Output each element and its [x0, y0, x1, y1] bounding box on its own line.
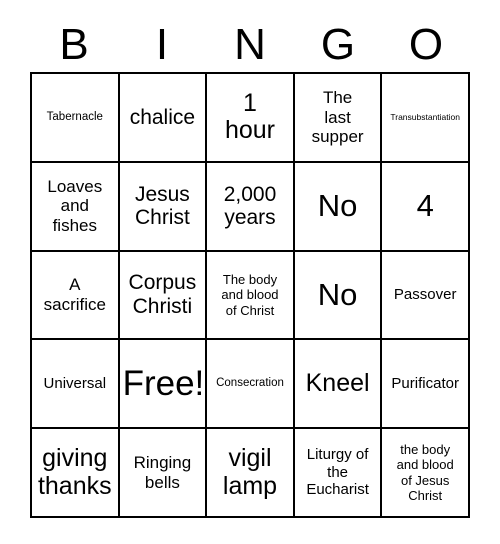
bingo-cell-r4c5[interactable]: Purificator	[382, 340, 470, 430]
bingo-cell-r3c3[interactable]: The body and blood of Christ	[207, 251, 295, 341]
bingo-cell-label: Free!	[122, 363, 205, 403]
bingo-cell-r4c2[interactable]: Free!	[119, 340, 208, 430]
bingo-cell-r2c4[interactable]: No	[294, 162, 383, 252]
bingo-cell-label: 1 hour	[224, 88, 276, 145]
bingo-card: B I N G O Tabernacle chalice 1 hour The last su…	[0, 0, 500, 544]
bingo-header-letter-1: B	[59, 20, 89, 69]
bingo-cell-r3c4[interactable]: No	[294, 251, 383, 341]
bingo-cell-r4c3[interactable]: Consecration	[207, 340, 295, 430]
bingo-cell-label: Passover	[393, 286, 457, 304]
bingo-cell-r2c3[interactable]: 2,000 years	[207, 162, 295, 252]
bingo-cell-label: Universal	[43, 374, 107, 392]
bingo-cell-label: No	[317, 187, 358, 223]
bingo-cell-label: vigil lamp	[222, 444, 278, 500]
bingo-cell-label: No	[317, 276, 358, 312]
bingo-cell-r5c1[interactable]: giving thanks	[32, 429, 120, 518]
bingo-cell-label: the body and blood of Jesus Christ	[396, 441, 454, 503]
bingo-cell-r1c3[interactable]: 1 hour	[207, 74, 295, 163]
bingo-cell-label: Liturgy of the Eucharist	[306, 446, 369, 499]
bingo-cell-r1c5[interactable]: Transubstantiation	[382, 74, 470, 163]
bingo-cell-label: Kneel	[305, 369, 370, 398]
bingo-cell-label: 2,000 years	[223, 182, 277, 230]
bingo-cell-label: Corpus Christi	[128, 271, 197, 318]
bingo-cell-r2c1[interactable]: Loaves and fishes	[32, 162, 120, 252]
bingo-header-row: BINGO	[30, 18, 470, 72]
bingo-cell-label: The body and blood of Christ	[221, 272, 279, 318]
bingo-cell-r5c3[interactable]: vigil lamp	[207, 429, 295, 518]
bingo-cell-label: Consecration	[216, 377, 284, 389]
bingo-cell-label: Tabernacle	[46, 110, 103, 123]
bingo-cell-r5c5[interactable]: the body and blood of Jesus Christ	[382, 429, 470, 518]
bingo-cell-label: 4	[416, 187, 434, 223]
bingo-cell-label: Loaves and fishes	[47, 176, 103, 236]
bingo-cell-r1c2[interactable]: chalice	[119, 74, 208, 163]
bingo-header-letter-5: O	[408, 20, 444, 69]
bingo-cell-r1c1[interactable]: Tabernacle	[32, 74, 120, 163]
bingo-cell-label: Transubstantiation	[390, 111, 460, 122]
bingo-cell-label: A sacrifice	[43, 275, 106, 314]
bingo-cell-r2c5[interactable]: 4	[382, 162, 470, 252]
bingo-cell-label: giving thanks	[37, 444, 112, 500]
bingo-cell-r2c2[interactable]: Jesus Christ	[119, 162, 208, 252]
bingo-cell-label: The last supper	[311, 87, 364, 147]
bingo-cell-label: chalice	[129, 105, 196, 129]
bingo-cell-label: Jesus Christ	[134, 182, 190, 230]
bingo-cell-r1c4[interactable]: The last supper	[294, 74, 383, 163]
bingo-cell-r3c2[interactable]: Corpus Christi	[119, 251, 208, 341]
bingo-cell-r3c1[interactable]: A sacrifice	[32, 251, 120, 341]
bingo-grid: Tabernacle chalice 1 hour The last supper Tr…	[30, 72, 470, 518]
bingo-cell-r4c1[interactable]: Universal	[32, 340, 120, 430]
bingo-header-letter-2: I	[155, 20, 169, 69]
bingo-cell-r4c4[interactable]: Kneel	[294, 340, 383, 430]
bingo-cell-label: Purificator	[391, 374, 459, 392]
bingo-cell-r5c2[interactable]: Ringing bells	[119, 429, 208, 518]
bingo-cell-r5c4[interactable]: Liturgy of the Eucharist	[294, 429, 383, 518]
bingo-header-letter-3: N	[234, 20, 266, 69]
bingo-cell-r3c5[interactable]: Passover	[382, 251, 470, 341]
bingo-header-letter-4: G	[320, 20, 356, 69]
bingo-cell-label: Ringing bells	[133, 452, 192, 492]
